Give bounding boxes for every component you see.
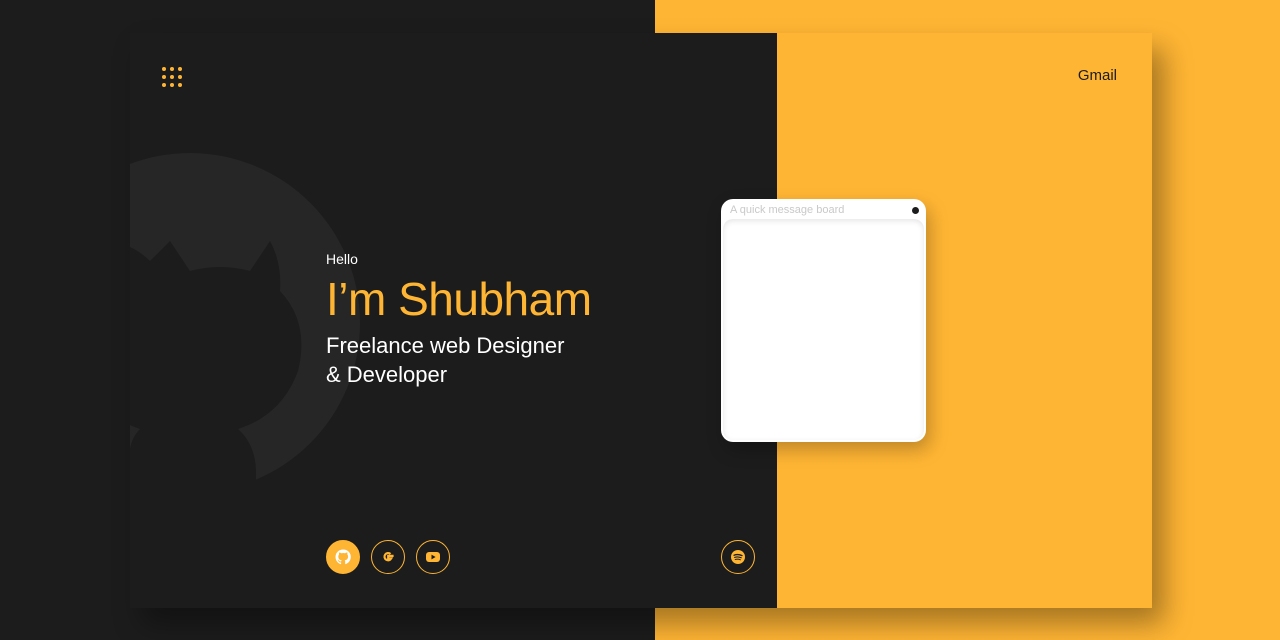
github-button[interactable]	[326, 540, 360, 574]
message-board-placeholder: A quick message board	[730, 204, 845, 216]
hero-name: I’m Shubham	[326, 273, 592, 325]
hero-greeting: Hello	[326, 251, 358, 267]
hero-role-line1: Freelance web Designer	[326, 333, 565, 358]
hero-role: Freelance web Designer & Developer	[326, 331, 592, 389]
hero-role-line2: & Developer	[326, 362, 448, 387]
spotify-button[interactable]	[721, 540, 755, 574]
google-button[interactable]	[371, 540, 405, 574]
card-dark-panel: Hello I’m Shubham Freelance web Designer…	[130, 33, 777, 608]
grid-dots-icon[interactable]	[162, 67, 182, 87]
gmail-link[interactable]: Gmail	[1078, 67, 1117, 84]
github-icon	[335, 549, 351, 565]
portfolio-card: Hello I’m Shubham Freelance web Designer…	[130, 33, 1152, 608]
status-dot-icon	[912, 207, 919, 214]
google-icon	[383, 551, 394, 562]
youtube-button[interactable]	[416, 540, 450, 574]
message-board: A quick message board	[721, 199, 926, 442]
message-input-area[interactable]	[723, 219, 924, 440]
hero-section: Hello I’m Shubham Freelance web Designer…	[326, 251, 592, 389]
youtube-icon	[426, 552, 440, 562]
message-board-header: A quick message board	[721, 199, 926, 219]
spotify-icon	[731, 550, 745, 564]
